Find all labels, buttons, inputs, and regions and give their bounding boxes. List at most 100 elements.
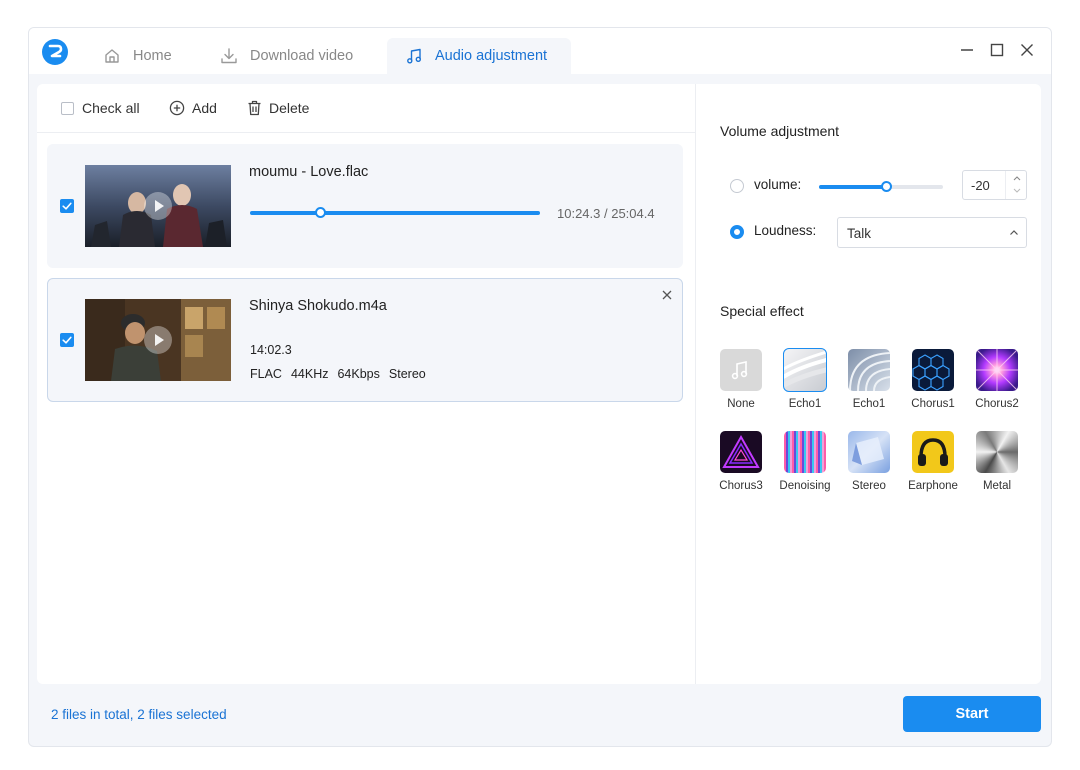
close-icon <box>662 290 672 300</box>
effect-label: Echo1 <box>788 398 822 410</box>
volume-label: volume: <box>754 177 802 192</box>
video-thumbnail[interactable] <box>85 299 231 381</box>
tab-home-label: Home <box>133 48 172 64</box>
tab-audio-label: Audio adjustment <box>435 48 548 64</box>
effect-label: Metal <box>982 480 1012 492</box>
file-item[interactable]: moumu - Love.flac 10:24.3 / 25:04.4 <box>47 144 683 268</box>
effect-label: Echo1 <box>852 398 886 410</box>
file-format: FLAC <box>250 367 282 381</box>
tab-audio-adjustment[interactable]: Audio adjustment <box>387 38 571 74</box>
volume-slider-fill <box>819 185 886 189</box>
home-icon <box>105 49 119 63</box>
decrement-button[interactable] <box>1006 185 1028 199</box>
effect-earphone[interactable]: Earphone <box>901 431 965 492</box>
effect-echo1-a[interactable]: Echo1 <box>773 348 837 410</box>
app-logo-icon <box>42 39 68 65</box>
loudness-value: Talk <box>847 226 872 241</box>
file-list-panel: Check all Add Delete moumu - Love.flac 1… <box>37 84 695 684</box>
remove-file-button[interactable] <box>660 288 674 302</box>
trash-icon <box>248 100 261 116</box>
playback-progress-bar[interactable] <box>250 207 540 218</box>
check-all-button[interactable]: Check all <box>61 98 140 118</box>
effect-label: Chorus3 <box>719 480 763 492</box>
settings-panel: Volume adjustment volume: -20 Loudness: … <box>695 84 1041 684</box>
volume-radio[interactable] <box>730 179 744 193</box>
music-note-icon <box>407 48 422 64</box>
play-icon[interactable] <box>144 326 172 354</box>
effect-label: Stereo <box>852 480 886 492</box>
neon-triangle-icon <box>720 431 762 473</box>
effect-metal[interactable]: Metal <box>965 431 1029 492</box>
chevron-up-icon <box>1010 230 1018 235</box>
file-name: Shinya Shokudo.m4a <box>249 298 387 314</box>
progress-handle[interactable] <box>314 207 326 218</box>
file-duration: 14:02.3 <box>250 343 292 357</box>
brushed-metal-icon <box>976 431 1018 473</box>
effect-chorus3[interactable]: Chorus3 <box>709 431 773 492</box>
effect-chorus2[interactable]: Chorus2 <box>965 349 1029 410</box>
app-window: Home Download video Audio adjustment Che… <box>28 27 1052 747</box>
volume-value: -20 <box>971 178 990 193</box>
video-thumbnail[interactable] <box>85 165 231 247</box>
headphones-icon <box>912 431 954 473</box>
effect-label: Chorus2 <box>975 398 1019 410</box>
tab-download-video[interactable]: Download video <box>220 38 353 74</box>
delete-label: Delete <box>269 100 310 116</box>
minimize-button[interactable] <box>957 41 977 61</box>
echo-wave-icon <box>783 348 827 392</box>
chevron-up-icon <box>1013 176 1021 181</box>
start-button[interactable]: Start <box>903 696 1041 732</box>
checkmark-icon <box>62 336 72 344</box>
file-sample-rate: 44KHz <box>290 367 329 381</box>
playback-time: 10:24.3 / 25:04.4 <box>557 206 655 221</box>
effect-chorus1[interactable]: Chorus1 <box>901 349 965 410</box>
effect-label: Earphone <box>908 480 958 492</box>
close-icon <box>1021 44 1033 56</box>
special-effect-title: Special effect <box>720 303 804 319</box>
spectrum-lines-icon <box>784 431 826 473</box>
delete-button[interactable]: Delete <box>247 98 309 118</box>
tab-home[interactable]: Home <box>103 38 172 74</box>
add-label: Add <box>192 100 217 116</box>
maximize-icon <box>990 43 1004 57</box>
file-name: moumu - Love.flac <box>249 164 369 180</box>
check-all-label: Check all <box>82 100 140 116</box>
stepper-buttons <box>1005 171 1027 199</box>
volume-slider-handle[interactable] <box>880 181 892 192</box>
loudness-label: Loudness: <box>754 223 817 238</box>
check-all-checkbox[interactable] <box>61 101 74 115</box>
prism-icon <box>848 431 890 473</box>
tab-download-label: Download video <box>250 48 354 64</box>
loudness-select[interactable]: Talk <box>837 217 1027 248</box>
file-toolbar: Check all Add Delete <box>37 84 695 133</box>
effect-echo1-b[interactable]: Echo1 <box>837 349 901 410</box>
minimize-icon <box>961 49 973 51</box>
effect-stereo[interactable]: Stereo <box>837 431 901 492</box>
volume-value-stepper[interactable]: -20 <box>962 170 1027 200</box>
file-item[interactable]: Shinya Shokudo.m4a 14:02.3 FLAC 44KHz 64… <box>47 278 683 402</box>
download-icon <box>221 48 237 64</box>
add-button[interactable]: Add <box>169 98 217 118</box>
light-burst-icon <box>976 349 1018 391</box>
chevron-down-icon <box>1013 188 1021 193</box>
effect-label: None <box>727 398 755 410</box>
effect-denoising[interactable]: Denoising <box>773 431 837 492</box>
file-checkbox[interactable] <box>60 199 74 213</box>
file-checkbox[interactable] <box>60 333 74 347</box>
effect-label: Chorus1 <box>911 398 955 410</box>
close-button[interactable] <box>1017 41 1037 61</box>
volume-slider[interactable] <box>819 181 943 192</box>
loudness-radio[interactable] <box>730 225 744 239</box>
echo-arc-icon <box>848 349 890 391</box>
play-icon[interactable] <box>144 192 172 220</box>
selection-status: 2 files in total, 2 files selected <box>51 707 227 722</box>
effect-none[interactable]: None <box>709 349 773 410</box>
volume-adjustment-title: Volume adjustment <box>720 123 840 139</box>
effect-label: Denoising <box>779 480 831 492</box>
file-bitrate: 64Kbps <box>337 367 380 381</box>
title-bar: Home Download video Audio adjustment <box>29 28 1051 74</box>
checkmark-icon <box>62 202 72 210</box>
file-channels: Stereo <box>388 367 426 381</box>
increment-button[interactable] <box>1006 171 1028 185</box>
maximize-button[interactable] <box>987 41 1007 61</box>
